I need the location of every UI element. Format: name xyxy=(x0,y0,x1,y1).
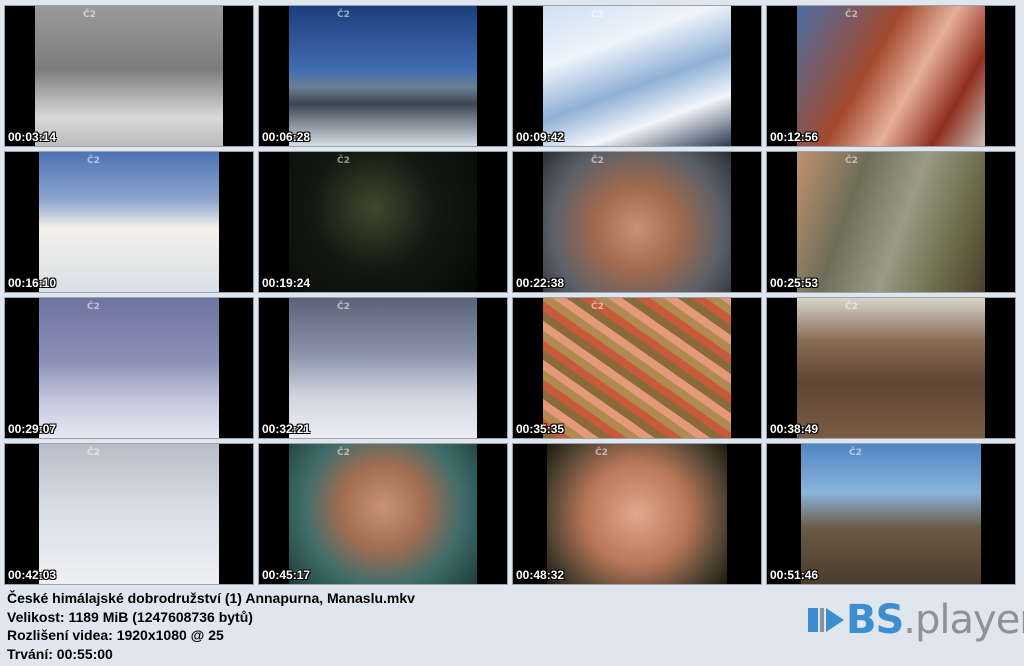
thumbnail: Č2 00:16:10 xyxy=(5,152,253,292)
thumbnail: Č2 00:38:49 xyxy=(767,298,1015,438)
thumbnail: Č2 00:09:42 xyxy=(513,6,761,146)
video-frame: Č2 xyxy=(289,298,477,438)
video-frame: Č2 xyxy=(289,152,477,292)
channel-logo: Č2 xyxy=(83,10,96,20)
channel-logo: Č2 xyxy=(845,302,858,312)
thumbnail: Č2 00:06:28 xyxy=(259,6,507,146)
channel-logo: Č2 xyxy=(337,10,350,20)
bsplayer-logo-icon xyxy=(808,608,844,632)
video-duration: Trvání: 00:55:00 xyxy=(7,645,113,662)
channel-logo: Č2 xyxy=(87,302,100,312)
thumbnail: Č2 00:45:17 xyxy=(259,444,507,584)
timestamp-label: 00:06:28 xyxy=(262,130,311,144)
video-frame: Č2 xyxy=(35,6,223,146)
video-frame: Č2 xyxy=(289,444,477,584)
thumbnail: Č2 00:35:35 xyxy=(513,298,761,438)
video-frame: Č2 xyxy=(39,152,219,292)
thumbnail: Č2 00:12:56 xyxy=(767,6,1015,146)
timestamp-label: 00:51:46 xyxy=(770,568,819,582)
timestamp-label: 00:19:24 xyxy=(262,276,311,290)
thumbnail-grid: Č2 00:03:14 Č2 00:06:28 Č2 00:09:42 Č2 00:12:56… xyxy=(5,6,1015,584)
timestamp-label: 00:29:07 xyxy=(8,422,57,436)
video-frame: Č2 xyxy=(797,6,985,146)
channel-logo: Č2 xyxy=(87,156,100,166)
timestamp-label: 00:22:38 xyxy=(516,276,565,290)
channel-logo: Č2 xyxy=(87,448,100,458)
thumbnail: Č2 00:51:46 xyxy=(767,444,1015,584)
channel-logo: Č2 xyxy=(591,10,604,20)
timestamp-label: 00:45:17 xyxy=(262,568,311,582)
file-info: České himálajské dobrodružství (1) Annap… xyxy=(7,589,415,663)
video-frame: Č2 xyxy=(801,444,981,584)
video-frame: Č2 xyxy=(797,298,985,438)
video-frame: Č2 xyxy=(547,444,727,584)
timestamp-label: 00:48:32 xyxy=(516,568,565,582)
timestamp-label: 00:32:21 xyxy=(262,422,311,436)
file-size: Velikost: 1189 MiB (1247608736 bytů) xyxy=(7,608,253,625)
channel-logo: Č2 xyxy=(337,302,350,312)
timestamp-label: 00:16:10 xyxy=(8,276,57,290)
timestamp-label: 00:35:35 xyxy=(516,422,565,436)
timestamp-label: 00:12:56 xyxy=(770,130,819,144)
video-frame: Č2 xyxy=(543,6,731,146)
video-frame: Č2 xyxy=(39,298,219,438)
file-name: České himálajské dobrodružství (1) Annap… xyxy=(7,590,415,606)
channel-logo: Č2 xyxy=(845,10,858,20)
video-resolution: Rozlišení videa: 1920x1080 @ 25 xyxy=(7,627,224,643)
channel-logo: Č2 xyxy=(595,448,608,458)
thumbnail: Č2 00:42:03 xyxy=(5,444,253,584)
thumbnail: Č2 00:25:53 xyxy=(767,152,1015,292)
video-frame: Č2 xyxy=(39,444,219,584)
thumbnail: Č2 00:22:38 xyxy=(513,152,761,292)
video-frame: Č2 xyxy=(543,298,731,438)
timestamp-label: 00:03:14 xyxy=(8,130,57,144)
channel-logo: Č2 xyxy=(591,156,604,166)
channel-logo: Č2 xyxy=(849,448,862,458)
brand-bs: BS xyxy=(846,597,904,643)
thumbnail: Č2 00:03:14 xyxy=(5,6,253,146)
thumbnail: Č2 00:19:24 xyxy=(259,152,507,292)
timestamp-label: 00:38:49 xyxy=(770,422,819,436)
video-frame: Č2 xyxy=(797,152,985,292)
channel-logo: Č2 xyxy=(337,448,350,458)
video-frame: Č2 xyxy=(543,152,731,292)
video-frame: Č2 xyxy=(289,6,477,146)
thumbnail: Č2 00:32:21 xyxy=(259,298,507,438)
channel-logo: Č2 xyxy=(591,302,604,312)
channel-logo: Č2 xyxy=(845,156,858,166)
bsplayer-logo-text: BS.player xyxy=(846,600,1024,640)
timestamp-label: 00:25:53 xyxy=(770,276,819,290)
channel-logo: Č2 xyxy=(337,156,350,166)
bsplayer-logo: BS.player xyxy=(806,600,1024,640)
timestamp-label: 00:42:03 xyxy=(8,568,57,582)
thumbnail: Č2 00:48:32 xyxy=(513,444,761,584)
brand-player: .player xyxy=(903,597,1024,643)
thumbnail: Č2 00:29:07 xyxy=(5,298,253,438)
timestamp-label: 00:09:42 xyxy=(516,130,565,144)
